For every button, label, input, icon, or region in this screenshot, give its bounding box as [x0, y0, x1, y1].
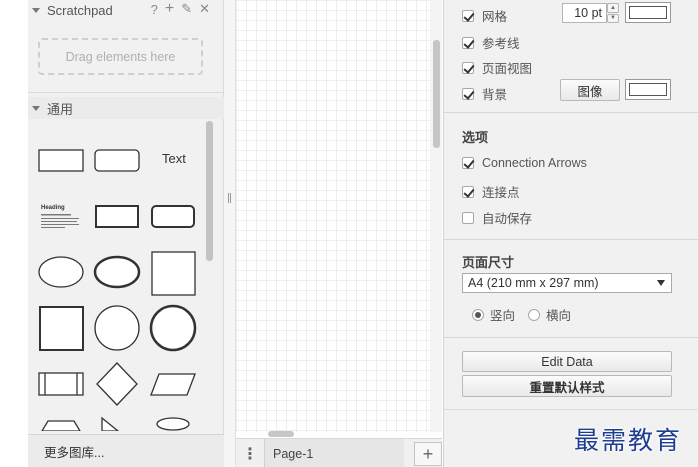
heading-shape[interactable] [41, 214, 79, 228]
stepper-up-icon[interactable]: ▲ [607, 3, 619, 13]
grid-label: 网格 [482, 10, 508, 24]
grid-option[interactable]: 网格 [462, 6, 507, 25]
background-color-picker[interactable] [625, 79, 671, 100]
chevron-down-icon [657, 280, 665, 286]
connection-points-option[interactable]: 连接点 [462, 182, 520, 201]
shape-heading-label: Heading [41, 205, 65, 211]
collapse-caret-icon[interactable] [32, 7, 40, 13]
background-checkbox[interactable] [462, 87, 474, 100]
background-image-button[interactable]: 图像 [560, 79, 620, 101]
scratchpad-dropzone[interactable]: Drag elements here [38, 38, 203, 75]
shape-hexagon[interactable] [41, 420, 81, 431]
add-icon[interactable]: + [165, 0, 174, 18]
help-icon[interactable]: ? [151, 2, 158, 17]
format-panel: 网格 10 pt ▲ ▼ 参考线 页面视图 背景 图像 选项 Connectio… [443, 0, 698, 467]
shapes-palette: Text Heading [28, 121, 214, 431]
grid-color-swatch [629, 6, 667, 19]
drawing-canvas[interactable] [236, 0, 434, 432]
shape-rounded-rectangle-bold[interactable] [151, 205, 195, 228]
connection-arrows-label: Connection Arrows [482, 156, 587, 170]
shape-ellipse[interactable] [38, 256, 84, 288]
more-libraries-label: 更多图库... [44, 445, 105, 460]
shape-rectangle-bold[interactable] [95, 205, 139, 228]
scratchpad-title: Scratchpad [47, 2, 113, 18]
landscape-label: 横向 [546, 309, 572, 323]
shapes-grid [38, 149, 197, 431]
collapse-caret-icon[interactable] [32, 105, 40, 111]
connection-points-checkbox[interactable] [462, 185, 474, 198]
divider [444, 409, 698, 410]
background-color-swatch [629, 83, 667, 96]
page-view-checkbox[interactable] [462, 61, 474, 74]
shape-rectangle[interactable] [38, 149, 84, 172]
connection-arrows-checkbox[interactable] [462, 157, 474, 169]
autosave-option[interactable]: 自动保存 [462, 208, 532, 227]
grid-color-picker[interactable] [625, 2, 671, 23]
background-label: 背景 [482, 88, 508, 102]
autosave-checkbox[interactable] [462, 211, 474, 224]
grid-size-value: 10 pt [574, 6, 602, 20]
edit-data-button[interactable]: Edit Data [462, 351, 672, 372]
shape-circle[interactable] [94, 305, 140, 351]
portrait-label: 竖向 [490, 309, 516, 323]
splitter-grip-icon[interactable] [228, 193, 231, 203]
view-section: 网格 10 pt ▲ ▼ 参考线 页面视图 背景 图像 [444, 0, 698, 113]
landscape-option[interactable]: 横向 [528, 305, 571, 324]
general-library-title: 通用 [47, 101, 74, 117]
reset-styles-button[interactable]: 重置默认样式 [462, 375, 672, 397]
options-section: 选项 Connection Arrows 连接点 自动保存 [444, 114, 698, 240]
guides-label: 参考线 [482, 37, 520, 51]
grid-size-stepper[interactable]: ▲ ▼ [607, 3, 619, 23]
edit-icon[interactable]: ✎ [181, 1, 192, 17]
shape-square[interactable] [151, 251, 196, 296]
shape-double-ellipse[interactable] [93, 255, 141, 289]
page-size-select[interactable]: A4 (210 mm x 297 mm) [462, 273, 672, 293]
shape-parallelogram[interactable] [150, 373, 196, 396]
grid-checkbox[interactable] [462, 9, 474, 22]
shapes-sidebar: Scratchpad ? + ✎ ✕ Drag elements here 通用 [28, 0, 224, 467]
connection-arrows-option[interactable]: Connection Arrows [462, 156, 587, 170]
portrait-option[interactable]: 竖向 [472, 305, 515, 324]
sidebar-splitter[interactable] [224, 0, 236, 467]
pages-menu-icon[interactable]: ⋮ [236, 439, 264, 467]
dropzone-text: Drag elements here [65, 49, 176, 64]
watermark-text: 最需教育 [574, 426, 683, 455]
divider [28, 92, 224, 93]
stepper-down-icon[interactable]: ▼ [607, 13, 619, 23]
shape-cylinder[interactable] [156, 417, 190, 431]
shape-square-bold[interactable] [39, 306, 84, 351]
canvas-vertical-scrollbar[interactable] [433, 40, 440, 148]
shape-text[interactable]: Text [162, 151, 186, 166]
scratchpad-header[interactable]: Scratchpad ? + ✎ ✕ [28, 0, 224, 20]
add-page-button[interactable]: + [414, 442, 442, 466]
sidebar-scrollbar[interactable] [206, 121, 213, 261]
background-option[interactable]: 背景 [462, 84, 507, 103]
guides-option[interactable]: 参考线 [462, 33, 520, 52]
page-tab-bar: ⋮ Page-1 + [236, 438, 442, 467]
left-edge-strip [0, 0, 28, 467]
more-libraries-link[interactable]: 更多图库... [28, 434, 224, 467]
options-title: 选项 [462, 130, 489, 145]
page-size-title: 页面尺寸 [462, 255, 515, 270]
canvas-horizontal-scrollbar[interactable] [268, 431, 294, 437]
scratchpad-tools: ? + ✎ ✕ [151, 0, 210, 18]
page-view-label: 页面视图 [482, 62, 533, 76]
portrait-radio[interactable] [472, 308, 484, 321]
shape-triangle[interactable] [101, 416, 120, 431]
shape-diamond[interactable] [96, 362, 138, 406]
page-view-option[interactable]: 页面视图 [462, 58, 532, 77]
autosave-label: 自动保存 [482, 212, 533, 226]
general-library-header[interactable]: 通用 [28, 97, 224, 119]
shape-rounded-rectangle[interactable] [94, 149, 140, 172]
page-tab-label: Page-1 [273, 446, 314, 461]
shape-double-circle[interactable] [149, 304, 197, 352]
page-tab[interactable]: Page-1 [264, 439, 404, 467]
landscape-radio[interactable] [528, 308, 540, 321]
grid-size-input[interactable]: 10 pt [562, 3, 607, 23]
connection-points-label: 连接点 [482, 186, 520, 200]
page-size-value: A4 (210 mm x 297 mm) [468, 276, 599, 290]
guides-checkbox[interactable] [462, 36, 474, 49]
close-icon[interactable]: ✕ [199, 1, 210, 17]
